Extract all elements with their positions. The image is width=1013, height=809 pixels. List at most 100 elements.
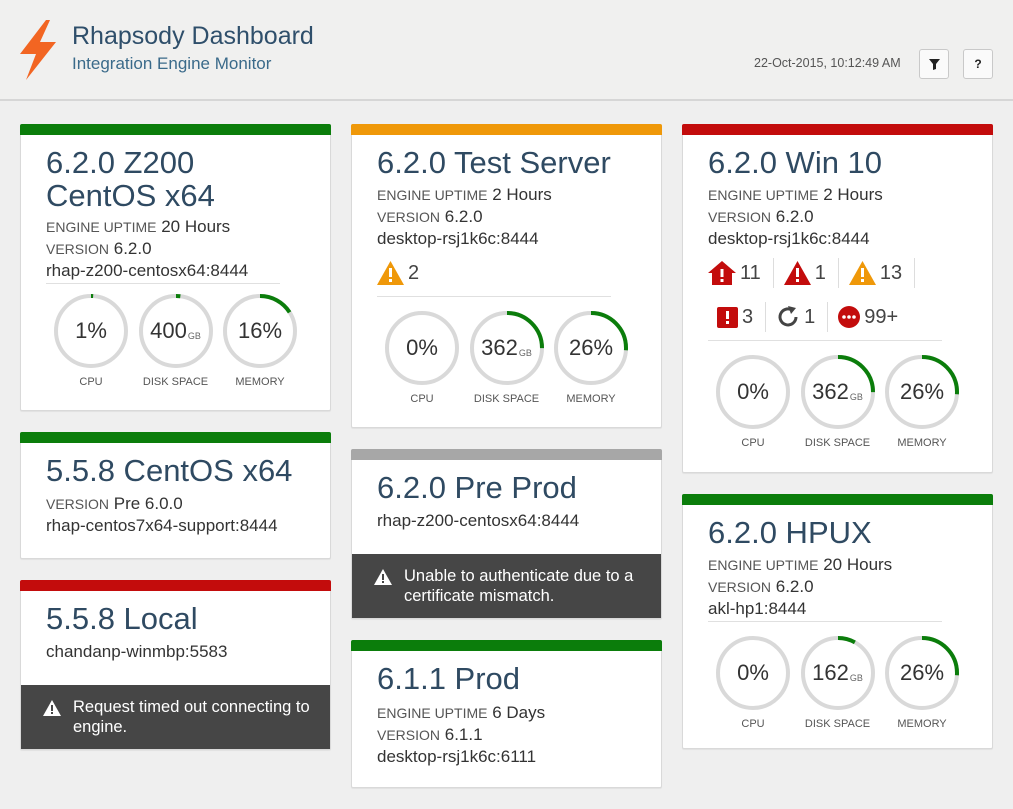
cpu-gauge: 0% CPU [714, 634, 792, 730]
divider [377, 296, 611, 297]
engine-title: 6.2.0 HPUX [708, 515, 872, 550]
app-header: Rhapsody Dashboard Integration Engine Mo… [0, 0, 1013, 101]
warning-alert-count[interactable]: 13 [848, 258, 916, 288]
status-bar-ok [682, 494, 993, 505]
cpu-value: 0% [737, 379, 769, 404]
alert-summary: 2 [377, 258, 636, 288]
retry-icon [778, 306, 798, 327]
version-row: VERSION 6.2.0 [708, 577, 814, 596]
memory-value: 26% [568, 335, 614, 360]
memory-value: 16% [237, 318, 283, 343]
cpu-gauge: 0% CPU [714, 353, 792, 449]
error-home-alert-count[interactable]: 11 [708, 258, 774, 288]
status-bar-unknown [351, 449, 662, 460]
error-triangle-icon [783, 261, 811, 285]
disk-gauge: 162 GB DISK SPACE [799, 634, 877, 730]
warning-triangle-icon [377, 261, 404, 285]
disk-value: 362 [481, 335, 518, 360]
current-datetime: 22-Oct-2015, 10:12:49 AM [754, 56, 901, 70]
memory-value: 26% [899, 660, 945, 685]
engine-host: desktop-rsj1k6c:8444 [377, 229, 539, 248]
uptime-row: ENGINE UPTIME 6 Days [377, 703, 546, 722]
app-subtitle: Integration Engine Monitor [72, 54, 272, 73]
disk-value: 362 [812, 379, 849, 404]
disk-gauge: 400 GB DISK SPACE [137, 292, 215, 388]
version-row: VERSION 6.2.0 [708, 207, 814, 226]
cpu-label: CPU [741, 437, 765, 449]
disk-label: DISK SPACE [804, 437, 871, 449]
engine-host: rhap-centos7x64-support:8444 [46, 516, 278, 535]
error-message-box: Request timed out connecting to engine. [21, 685, 330, 749]
alert-summary-row1: 11 1 13 [708, 258, 967, 288]
cpu-value: 0% [406, 335, 438, 360]
status-bar-error [682, 124, 993, 135]
uptime-row: ENGINE UPTIME 2 Hours [708, 185, 883, 204]
memory-label: MEMORY [897, 718, 947, 730]
engine-card-pre-prod[interactable]: 6.2.0 Pre Prod rhap-z200-centosx64:8444 … [351, 449, 662, 619]
version-row: VERSION Pre 6.0.0 [46, 494, 183, 513]
engine-title: 6.2.0 Pre Prod [377, 470, 577, 505]
engine-card-z200[interactable]: 6.2.0 Z200 CentOS x64 ENGINE UPTIME 20 Ho… [20, 124, 331, 411]
status-bar-error [20, 580, 331, 591]
error-alert-count[interactable]: 1 [783, 258, 839, 288]
cpu-label: CPU [741, 718, 765, 730]
gauges: 0% CPU 362 GB DISK SPACE 26% MEMORY [377, 309, 636, 405]
engine-card-test-server[interactable]: 6.2.0 Test Server ENGINE UPTIME 2 Hours … [351, 124, 662, 428]
warning-icon [43, 700, 61, 716]
error-text: Unable to authenticate due to a certific… [404, 567, 634, 605]
gauges: 1% CPU 400 GB DISK SPACE 16% MEMORY [46, 292, 305, 388]
memory-gauge: 26% MEMORY [552, 309, 630, 405]
memory-value: 26% [899, 379, 945, 404]
engine-card-local[interactable]: 5.5.8 Local chandanp-winmbp:5583 Request… [20, 580, 331, 750]
disk-label: DISK SPACE [804, 718, 871, 730]
error-text: Request timed out connecting to engine. [73, 698, 310, 736]
engine-host: desktop-rsj1k6c:8444 [708, 229, 870, 248]
stopped-alert-count[interactable]: 3 [717, 302, 767, 332]
version-row: VERSION 6.2.0 [46, 239, 152, 258]
alert-summary-row2: 3 1 99+ [708, 302, 967, 332]
engine-card-win10[interactable]: 6.2.0 Win 10 ENGINE UPTIME 2 Hours VERSI… [682, 124, 993, 473]
engine-title: 6.2.0 Test Server [377, 145, 611, 180]
error-message-box: Unable to authenticate due to a certific… [352, 554, 661, 618]
status-bar-ok [20, 124, 331, 135]
app-title: Rhapsody Dashboard [72, 22, 314, 50]
engine-title: 6.1.1 Prod [377, 661, 521, 696]
disk-value: 162 [812, 660, 849, 685]
engine-title: 5.5.8 CentOS x64 [46, 453, 293, 488]
engine-title: 6.2.0 Win 10 [708, 145, 883, 180]
filter-button[interactable] [919, 49, 949, 79]
memory-label: MEMORY [566, 393, 616, 405]
memory-label: MEMORY [235, 376, 285, 388]
disk-label: DISK SPACE [473, 393, 540, 405]
version-row: VERSION 6.2.0 [377, 207, 483, 226]
gauges: 0% CPU 162 GB DISK SPACE 26% MEMORY [708, 634, 967, 730]
engine-card-prod[interactable]: 6.1.1 Prod ENGINE UPTIME 6 Days VERSION … [351, 640, 662, 788]
divider [708, 621, 942, 622]
divider [46, 283, 280, 284]
warning-icon [374, 569, 392, 585]
engine-title: 5.5.8 Local [46, 601, 198, 636]
disk-gauge: 362 GB DISK SPACE [468, 309, 546, 405]
help-button[interactable]: ? [963, 49, 993, 79]
engine-host: rhap-z200-centosx64:8444 [46, 261, 249, 280]
cpu-value: 1% [75, 318, 107, 343]
gauges: 0% CPU 362 GB DISK SPACE 26% MEMORY [708, 353, 967, 449]
divider [708, 340, 942, 341]
engine-host: akl-hp1:8444 [708, 599, 807, 618]
engine-title: 6.2.0 Z200 CentOS x64 [46, 145, 215, 213]
blocked-alert-count[interactable]: 99+ [838, 302, 910, 332]
engine-card-centos[interactable]: 5.5.8 CentOS x64 VERSION Pre 6.0.0 rhap-… [20, 432, 331, 559]
warning-triangle-icon [848, 261, 876, 285]
status-bar-ok [351, 640, 662, 651]
status-bar-ok [20, 432, 331, 443]
lightning-logo-icon [20, 20, 56, 80]
disk-gauge: 362 GB DISK SPACE [799, 353, 877, 449]
memory-label: MEMORY [897, 437, 947, 449]
retry-alert-count[interactable]: 1 [776, 302, 829, 332]
blocked-circle-icon [838, 306, 861, 328]
warning-alert-count[interactable]: 2 [377, 258, 431, 288]
cpu-value: 0% [737, 660, 769, 685]
engine-card-hpux[interactable]: 6.2.0 HPUX ENGINE UPTIME 20 Hours VERSIO… [682, 494, 993, 749]
memory-gauge: 26% MEMORY [883, 634, 961, 730]
engine-host: rhap-z200-centosx64:8444 [377, 511, 580, 530]
